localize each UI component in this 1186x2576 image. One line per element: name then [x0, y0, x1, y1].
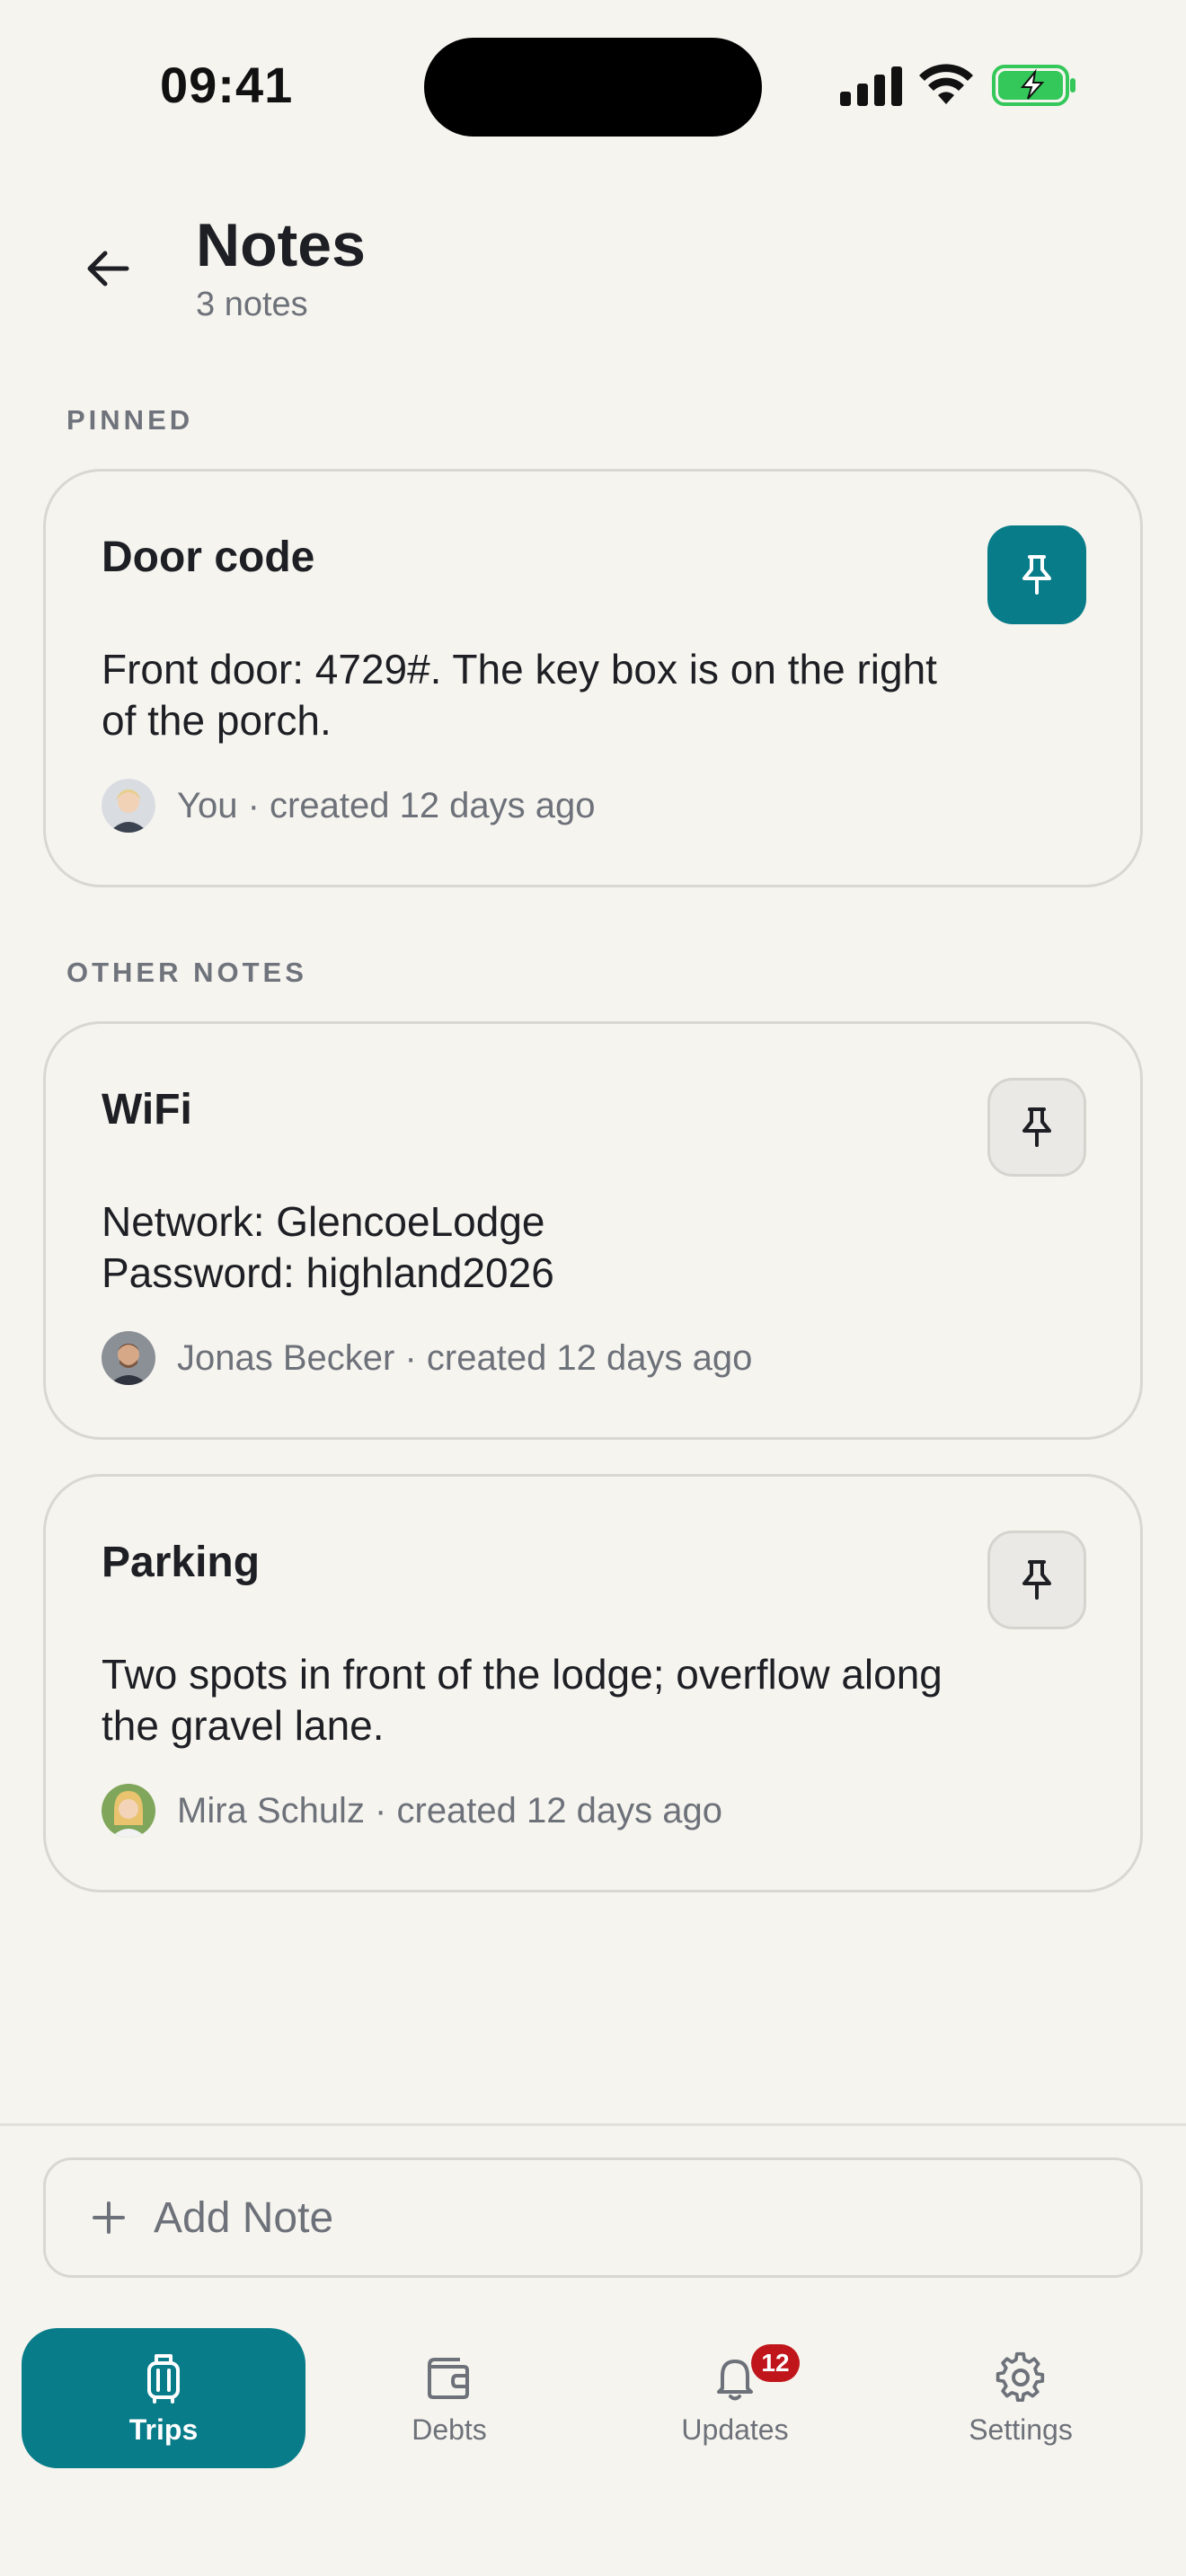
divider: [0, 2123, 1186, 2126]
avatar: [102, 1331, 155, 1385]
add-note-label: Add Note: [154, 2193, 334, 2242]
pin-button[interactable]: [987, 1078, 1086, 1177]
note-author-meta: You · created 12 days ago: [177, 785, 596, 825]
pin-icon: [1022, 555, 1051, 595]
tab-settings[interactable]: Settings: [879, 2328, 1163, 2468]
unpin-button[interactable]: [987, 525, 1086, 624]
note-card[interactable]: WiFi Network: GlencoeLodge Password: hig…: [43, 1021, 1143, 1440]
tab-label: Settings: [969, 2413, 1073, 2446]
suitcase-icon: [147, 2353, 180, 2404]
tab-label: Updates: [681, 2413, 789, 2446]
section-label-pinned: PINNED: [66, 404, 194, 436]
note-body: Network: GlencoeLodge Password: highland…: [102, 1198, 554, 1296]
note-author-meta: Mira Schulz · created 12 days ago: [177, 1790, 722, 1831]
note-meta: You · created 12 days ago: [102, 779, 596, 833]
note-meta: Jonas Becker · created 12 days ago: [102, 1331, 752, 1385]
tab-label: Debts: [412, 2413, 487, 2446]
gear-icon: [996, 2351, 1045, 2402]
tab-debts[interactable]: Debts: [307, 2328, 591, 2468]
tab-updates[interactable]: 12 Updates: [593, 2328, 877, 2468]
note-body: Two spots in front of the lodge; overflo…: [102, 1651, 943, 1749]
avatar: [102, 779, 155, 833]
add-note-button[interactable]: Add Note: [43, 2157, 1143, 2278]
note-meta: Mira Schulz · created 12 days ago: [102, 1784, 722, 1838]
pin-button[interactable]: [987, 1531, 1086, 1629]
plus-icon: [93, 2201, 125, 2234]
notes-screen: 09:41 Notes 3 notes PINNED Door code Fro…: [0, 0, 1186, 2576]
tab-bar: Trips Debts 12 Updates Settings: [0, 2314, 1186, 2576]
dynamic-island: [424, 38, 762, 137]
note-body: Front door: 4729#. The key box is on the…: [102, 646, 937, 744]
notification-badge: 12: [751, 2344, 800, 2382]
battery-charging-icon: [992, 65, 1075, 106]
section-label-other: OTHER NOTES: [66, 957, 307, 988]
back-button[interactable]: [72, 232, 146, 305]
avatar: [102, 1784, 155, 1838]
note-author-meta: Jonas Becker · created 12 days ago: [177, 1337, 753, 1378]
note-title: Parking: [102, 1539, 261, 1586]
arrow-left-icon: [87, 251, 129, 287]
page-title: Notes: [196, 211, 366, 279]
note-card[interactable]: Parking Two spots in front of the lodge;…: [43, 1474, 1143, 1892]
pin-icon: [1022, 1560, 1051, 1600]
tab-trips[interactable]: Trips: [22, 2328, 305, 2468]
note-title: Door code: [102, 534, 315, 581]
note-card[interactable]: Door code Front door: 4729#. The key box…: [43, 469, 1143, 887]
status-time: 09:41: [160, 57, 294, 113]
wallet-icon: [428, 2357, 469, 2399]
wifi-icon: [919, 64, 973, 104]
pin-icon: [1022, 1107, 1051, 1147]
tab-label: Trips: [128, 2413, 199, 2446]
notes-count: 3 notes: [196, 286, 308, 323]
note-title: WiFi: [102, 1086, 192, 1134]
cellular-signal-icon: [840, 66, 902, 106]
